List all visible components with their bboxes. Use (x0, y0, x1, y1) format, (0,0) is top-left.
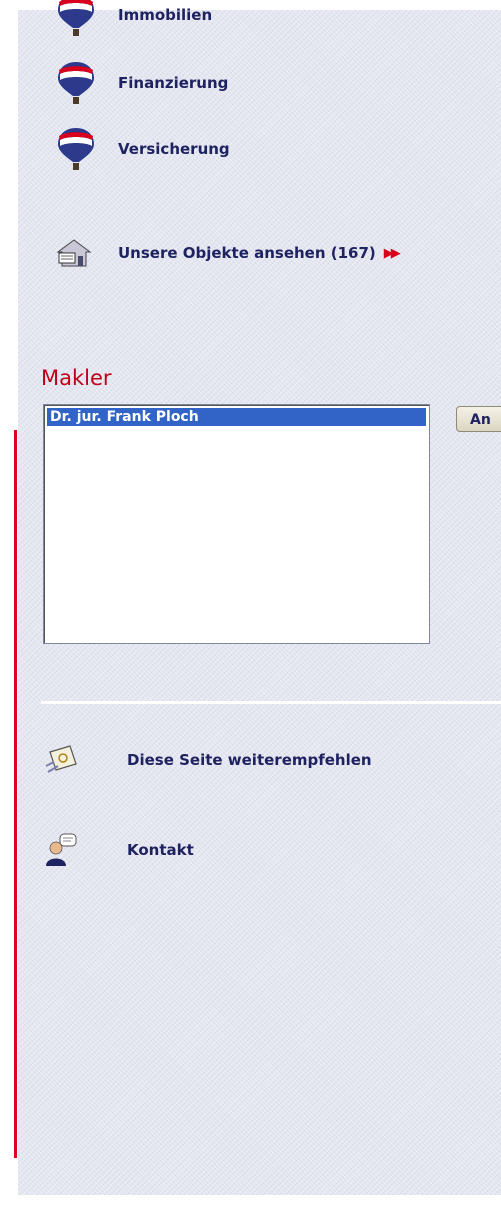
nav-item-immobilien[interactable]: Immobilien (56, 0, 212, 38)
recommend-page-link[interactable]: Diese Seite weiterempfehlen (44, 742, 372, 778)
makler-option-selected[interactable]: Dr. jur. Frank Ploch (47, 408, 426, 426)
red-border-line (14, 430, 17, 1158)
nav-item-label: Versicherung (118, 140, 230, 158)
nav-item-finanzierung[interactable]: Finanzierung (56, 60, 228, 106)
recommend-page-label: Diese Seite weiterempfehlen (127, 751, 372, 769)
remax-balloon-icon (58, 128, 94, 170)
contact-person-icon (46, 833, 77, 866)
nav-item-label: Finanzierung (118, 74, 229, 92)
contact-link[interactable]: Kontakt (44, 832, 194, 868)
makler-heading: Makler (41, 366, 112, 390)
contact-label: Kontakt (127, 841, 194, 859)
recommend-icon (45, 745, 77, 773)
view-objects-label: Unsere Objekte ansehen (167) (118, 244, 376, 262)
house-icon (56, 239, 92, 267)
remax-balloon-icon (58, 0, 94, 36)
makler-listbox[interactable]: Dr. jur. Frank Ploch (43, 404, 430, 644)
view-objects-link[interactable]: Unsere Objekte ansehen (167) ▶▶ (56, 238, 401, 268)
remax-balloon-icon (58, 62, 94, 104)
nav-item-versicherung[interactable]: Versicherung (56, 126, 230, 172)
double-arrow-icon: ▶▶ (383, 245, 401, 261)
add-makler-button[interactable]: An (456, 406, 501, 432)
section-divider (41, 701, 501, 704)
nav-item-label: Immobilien (118, 6, 213, 24)
